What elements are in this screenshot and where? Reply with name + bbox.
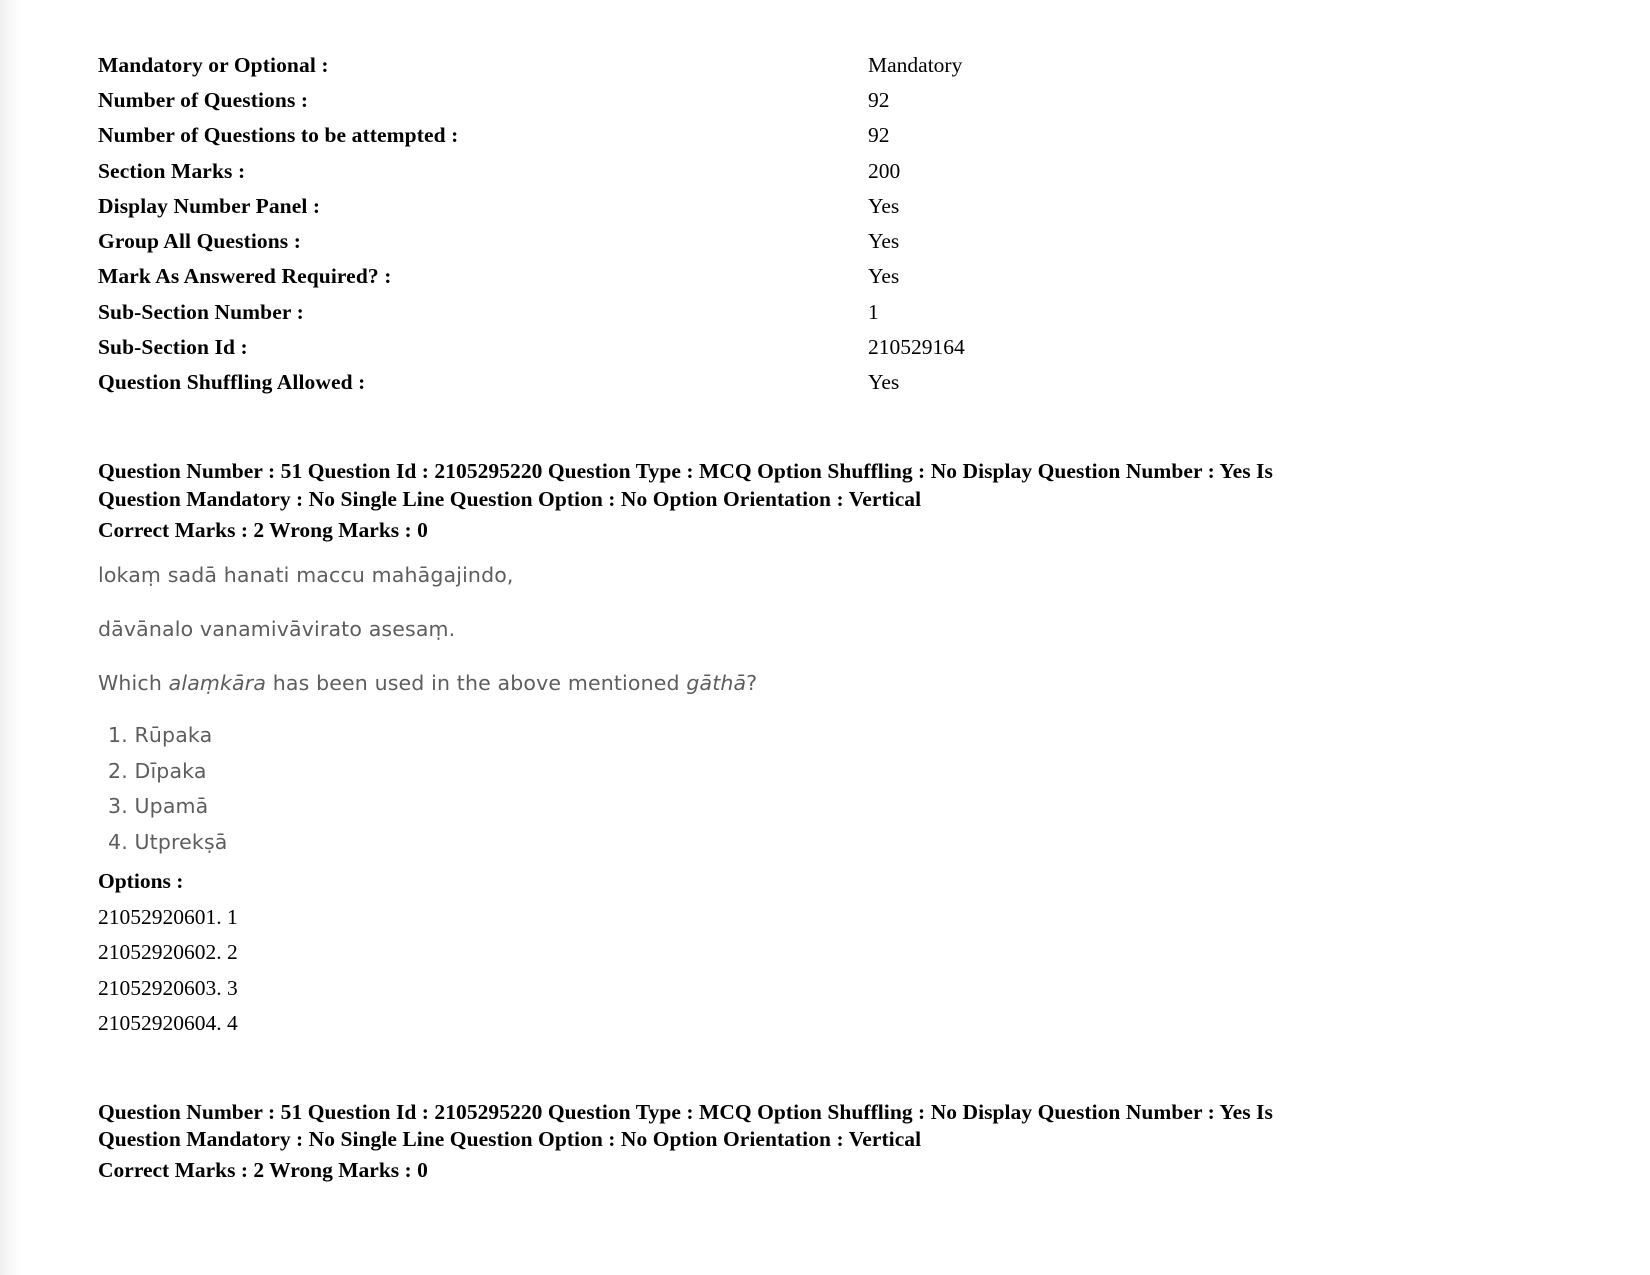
meta-value-section-marks: 200 <box>868 158 901 183</box>
question-header-repeat: Question Number : 51 Question Id : 21052… <box>98 1099 1430 1155</box>
section-metadata-table: Mandatory or Optional : Mandatory Number… <box>98 52 1418 404</box>
meta-label-number-of-questions: Number of Questions : <box>98 88 309 113</box>
meta-label-sub-section-id: Sub-Section Id : <box>98 334 248 359</box>
question-prompt: Which alaṃkāra has been used in the abov… <box>98 671 1548 695</box>
table-row: Mark As Answered Required? : Yes <box>98 263 1418 298</box>
table-row: Sub-Section Number : 1 <box>98 299 1418 334</box>
meta-label-sub-section-number: Sub-Section Number : <box>98 299 304 324</box>
list-item: 21052920603. 3 <box>98 975 238 1000</box>
question-header-repeat-line-1: Question Number : 51 Question Id : 21052… <box>98 1099 1273 1124</box>
scan-edge-artifact <box>0 0 22 1275</box>
list-item: 21052920602. 2 <box>98 940 238 964</box>
gatha-line-2: dāvānalo vanamivāvirato asesaṃ. <box>98 617 456 641</box>
options-label: Options : <box>98 869 184 893</box>
list-item: 21052920604. 4 <box>98 1011 238 1035</box>
meta-value-sub-section-id: 210529164 <box>868 334 965 359</box>
meta-label-questions-to-be-attempted: Number of Questions to be attempted : <box>98 123 459 148</box>
question-prompt-italic-alamkara: alaṃkāra <box>168 671 267 695</box>
meta-value-sub-section-number: 1 <box>868 299 879 324</box>
question-marks-line: Correct Marks : 2 Wrong Marks : 0 <box>98 518 428 543</box>
meta-label-group-all-questions: Group All Questions : <box>98 229 302 254</box>
page-content: Mandatory or Optional : Mandatory Number… <box>98 52 1548 1185</box>
section-metadata-body: Mandatory or Optional : Mandatory Number… <box>98 52 1418 404</box>
list-item[interactable]: 3. Upamā <box>98 796 1548 832</box>
list-item: 21052920601. 1 <box>98 904 238 929</box>
meta-label-question-shuffling-allowed: Question Shuffling Allowed : <box>98 369 366 394</box>
table-row: Sub-Section Id : 210529164 <box>98 334 1418 369</box>
question-header: Question Number : 51 Question Id : 21052… <box>98 458 1430 514</box>
table-row: Question Shuffling Allowed : Yes <box>98 369 1418 404</box>
meta-value-mandatory-or-optional: Mandatory <box>868 53 963 77</box>
table-row: Mandatory or Optional : Mandatory <box>98 52 1418 87</box>
gatha-line-1: lokaṃ sadā hanati maccu mahāgajindo, <box>98 563 514 587</box>
meta-label-display-number-panel: Display Number Panel : <box>98 193 321 218</box>
document-page: Mandatory or Optional : Mandatory Number… <box>0 0 1650 1275</box>
table-row: Number of Questions : 92 <box>98 87 1418 122</box>
meta-value-mark-as-answered-required: Yes <box>868 264 900 289</box>
meta-value-question-shuffling-allowed: Yes <box>868 369 900 394</box>
list-item[interactable]: 1. Rūpaka <box>98 725 1548 761</box>
meta-value-group-all-questions: Yes <box>868 229 900 254</box>
question-prompt-text-1: Which <box>98 671 169 695</box>
meta-label-section-marks: Section Marks : <box>98 158 246 183</box>
list-item[interactable]: 4. Utprekṣā <box>98 831 1548 868</box>
question-prompt-text-2: has been used in the above mentioned <box>266 671 687 695</box>
question-prompt-text-3: ? <box>746 671 758 695</box>
meta-label-mark-as-answered-required: Mark As Answered Required? : <box>98 264 392 289</box>
table-row: Section Marks : 200 <box>98 158 1418 193</box>
table-row: Number of Questions to be attempted : 92 <box>98 122 1418 157</box>
option-id-list: 21052920601. 1 21052920602. 2 2105292060… <box>98 893 1548 1035</box>
question-block-repeat: Question Number : 51 Question Id : 21052… <box>98 1099 1548 1186</box>
meta-value-number-of-questions: 92 <box>868 88 890 113</box>
meta-value-questions-to-be-attempted: 92 <box>868 123 890 148</box>
question-header-line-2: Question Mandatory : No Single Line Ques… <box>98 487 922 512</box>
table-row: Display Number Panel : Yes <box>98 193 1418 228</box>
answer-choice-list: 1. Rūpaka 2. Dīpaka 3. Upamā 4. Utprekṣā <box>98 725 1548 867</box>
question-block: Question Number : 51 Question Id : 21052… <box>98 458 1548 1034</box>
question-prompt-italic-gatha: gāthā <box>686 671 747 695</box>
question-marks-line-repeat: Correct Marks : 2 Wrong Marks : 0 <box>98 1158 428 1183</box>
meta-label-mandatory-or-optional: Mandatory or Optional : <box>98 53 329 77</box>
question-header-line-1: Question Number : 51 Question Id : 21052… <box>98 459 1273 484</box>
table-row: Group All Questions : Yes <box>98 228 1418 263</box>
meta-value-display-number-panel: Yes <box>868 193 900 218</box>
list-item[interactable]: 2. Dīpaka <box>98 760 1548 797</box>
question-header-repeat-line-2: Question Mandatory : No Single Line Ques… <box>98 1127 922 1152</box>
